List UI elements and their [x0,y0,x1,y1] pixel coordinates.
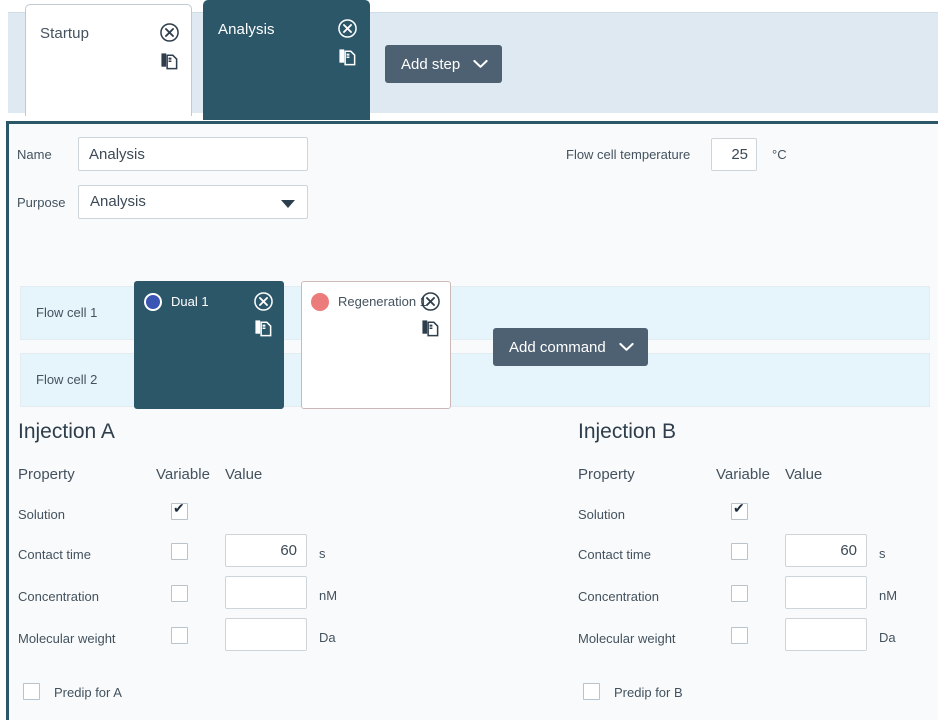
injection-a-heading: Injection A [18,420,115,443]
variable-checkbox[interactable] [731,585,748,602]
property-row-concentration: Concentration nM [578,576,938,624]
variable-checkbox[interactable] [731,543,748,560]
step-tab-label: Analysis [218,21,275,38]
add-step-button[interactable]: Add step [385,45,503,83]
predip-checkbox[interactable] [23,683,40,700]
command-type-dot [311,293,329,311]
purpose-selected-value: Analysis [90,193,146,210]
duplicate-icon[interactable] [421,318,440,338]
step-tab-startup[interactable]: Startup [25,4,192,116]
property-label: Molecular weight [578,631,676,646]
column-header-value: Value [785,466,823,483]
property-label: Solution [18,507,65,522]
circle-x-icon[interactable] [254,292,273,311]
add-command-label: Add command [509,338,606,356]
circle-x-icon[interactable] [421,292,440,311]
circle-x-icon[interactable] [338,19,357,38]
flow-cell-label: Flow cell 1 [36,305,98,320]
variable-checkbox[interactable] [171,500,188,520]
value-input[interactable] [225,576,307,609]
flow-cell-temperature-unit: °C [772,147,787,162]
duplicate-icon[interactable] [338,47,357,67]
value-input[interactable] [785,576,867,609]
step-tab-label: Startup [40,25,90,42]
step-tab-strip: Startup Analysis Add step [0,0,938,120]
property-row-solution: Solution [578,500,938,542]
value-input[interactable] [785,534,867,567]
property-row-molecular-weight: Molecular weight Da [18,618,478,666]
add-step-label: Add step [401,55,461,73]
property-label: Contact time [18,547,91,562]
variable-checkbox[interactable] [731,500,748,520]
flow-cell-temperature-input[interactable] [711,138,757,171]
command-card-label: Dual 1 [171,294,209,309]
command-card-label: Regeneration 1 [338,294,427,309]
injection-b-heading: Injection B [578,420,677,443]
step-tab-analysis[interactable]: Analysis [203,0,370,120]
injection-panel-b: Injection B Property Variable Value Solu… [578,420,938,720]
property-row-contact-time: Contact time s [578,534,938,582]
property-row-molecular-weight: Molecular weight Da [578,618,938,666]
variable-checkbox[interactable] [171,585,188,602]
command-card-dual[interactable]: Dual 1 [134,281,284,409]
predip-label: Predip for A [54,685,122,700]
value-unit: Da [319,630,336,645]
command-card-regeneration[interactable]: Regeneration 1 [301,281,451,409]
column-header-variable: Variable [156,466,210,483]
injection-panel-a: Injection A Property Variable Value Solu… [18,420,478,720]
chevron-down-icon [473,56,488,73]
duplicate-icon[interactable] [254,318,273,338]
predip-checkbox[interactable] [583,683,600,700]
chevron-down-icon [619,339,634,356]
flow-cell-temperature-label: Flow cell temperature [566,147,691,162]
name-input[interactable] [78,137,308,171]
name-label: Name [17,147,52,162]
column-header-property: Property [578,466,635,483]
property-label: Concentration [18,589,99,604]
value-input[interactable] [225,618,307,651]
caret-down-icon [281,200,295,208]
column-header-variable: Variable [716,466,770,483]
purpose-label: Purpose [17,195,66,210]
column-header-value: Value [225,466,263,483]
duplicate-icon[interactable] [160,51,179,71]
property-label: Molecular weight [18,631,116,646]
circle-x-icon[interactable] [160,23,179,42]
property-label: Concentration [578,589,659,604]
variable-checkbox[interactable] [731,627,748,644]
value-unit: nM [879,588,898,603]
value-unit: Da [879,630,896,645]
purpose-select[interactable]: Analysis [78,185,308,219]
predip-label: Predip for B [614,685,683,700]
command-type-dot [144,293,162,311]
value-unit: s [319,546,326,561]
flow-cell-label: Flow cell 2 [36,372,98,387]
column-header-property: Property [18,466,75,483]
variable-checkbox[interactable] [171,627,188,644]
property-label: Contact time [578,547,651,562]
add-command-button[interactable]: Add command [493,328,648,366]
value-unit: nM [319,588,338,603]
property-label: Solution [578,507,625,522]
value-input[interactable] [225,534,307,567]
value-input[interactable] [785,618,867,651]
value-unit: s [879,546,886,561]
variable-checkbox[interactable] [171,543,188,560]
